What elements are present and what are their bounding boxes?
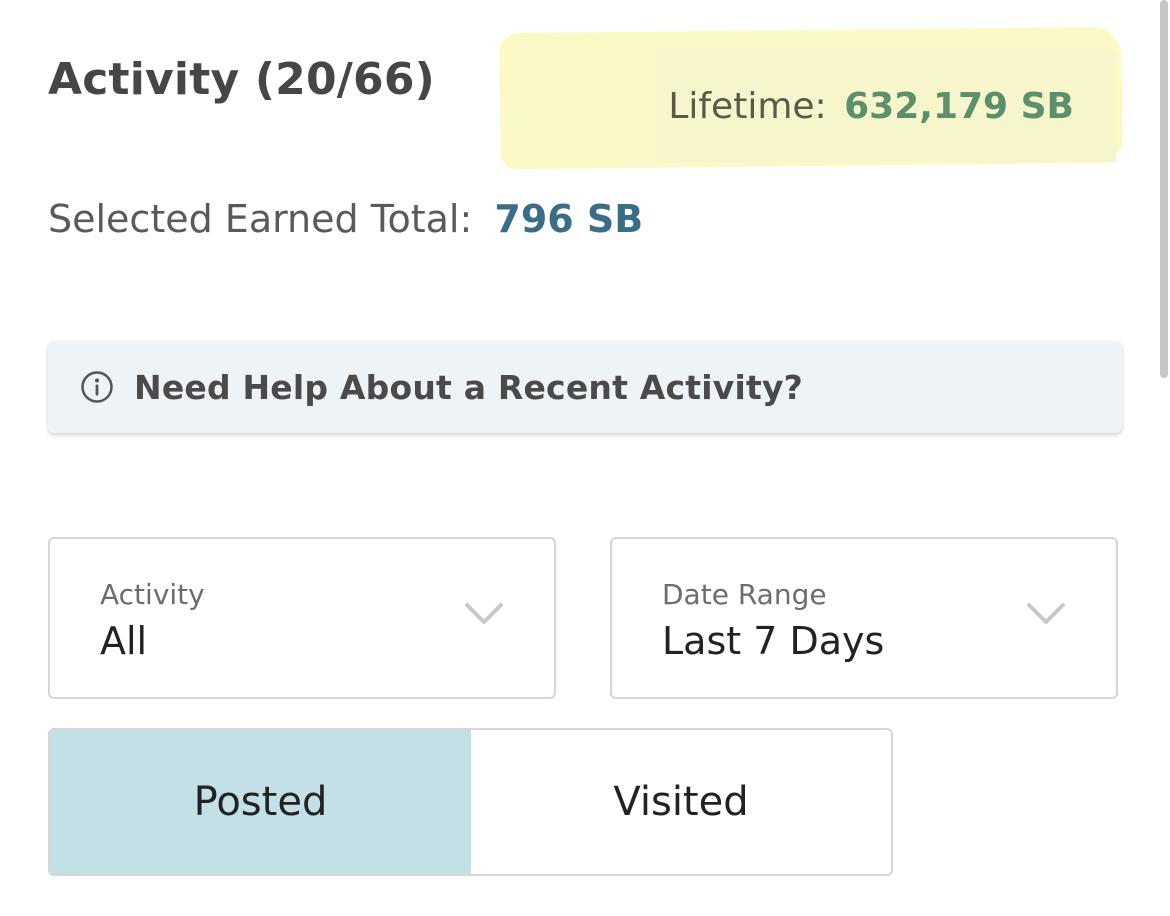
selected-earned-total: Selected Earned Total: 796 SB — [48, 194, 643, 244]
posted-visited-toggle: Posted Visited — [48, 728, 893, 876]
chevron-down-icon — [464, 601, 504, 627]
activity-select-value: All — [100, 619, 148, 663]
help-banner[interactable]: Need Help About a Recent Activity? — [48, 341, 1122, 433]
lifetime-total: Lifetime: 632,179 SB — [668, 84, 1074, 130]
lifetime-label: Lifetime: — [668, 86, 827, 127]
lifetime-value: 632,179 SB — [844, 86, 1074, 127]
info-circle-icon — [80, 370, 114, 404]
date-range-select[interactable]: Date Range Last 7 Days — [610, 537, 1118, 699]
page-title: Activity (20/66) — [48, 54, 435, 105]
chevron-down-icon — [1026, 601, 1066, 627]
date-range-select-value: Last 7 Days — [662, 619, 885, 663]
activity-select[interactable]: Activity All — [48, 537, 556, 699]
selected-earned-value: 796 SB — [494, 197, 644, 241]
scrollbar-thumb[interactable] — [1160, 0, 1168, 378]
date-range-select-label: Date Range — [662, 578, 827, 611]
segment-visited[interactable]: Visited — [471, 730, 891, 874]
activity-select-label: Activity — [100, 578, 205, 611]
help-banner-text: Need Help About a Recent Activity? — [134, 367, 803, 407]
segment-posted[interactable]: Posted — [50, 730, 471, 874]
selected-earned-label: Selected Earned Total: — [48, 197, 473, 241]
